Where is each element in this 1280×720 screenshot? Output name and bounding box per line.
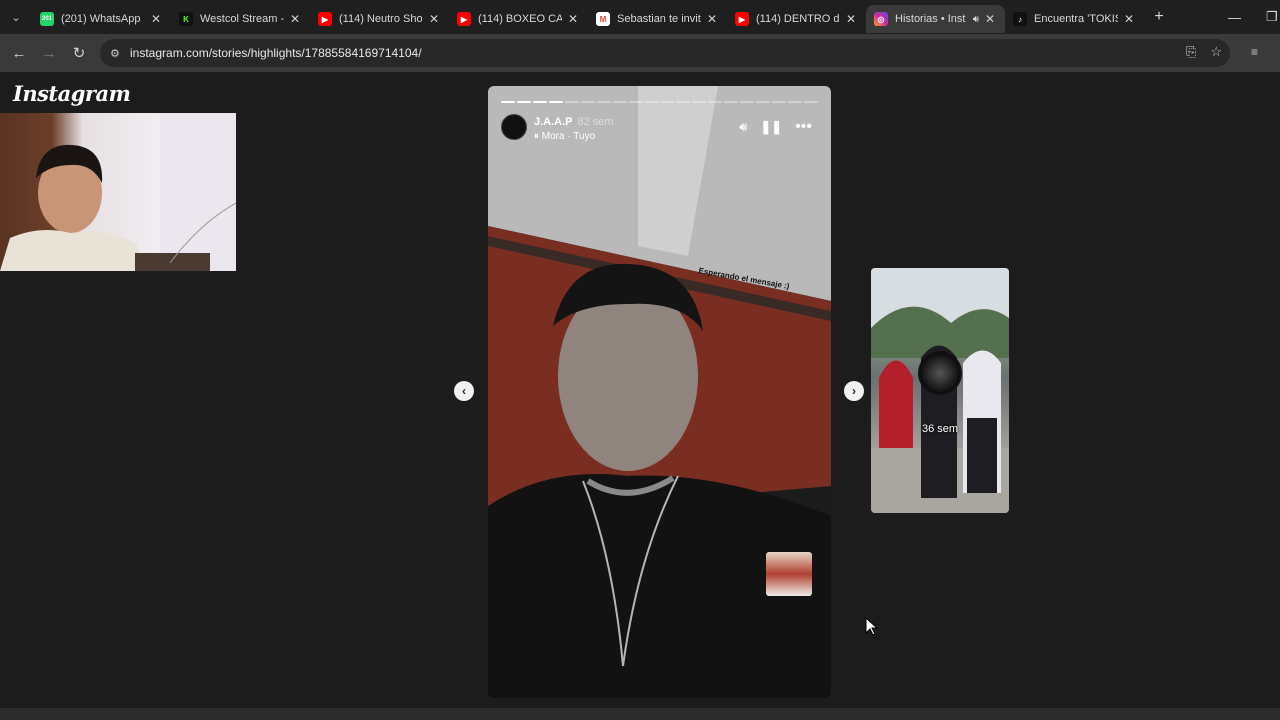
story-time: 82 sem [577,116,614,128]
progress-segment [756,101,771,103]
reload-icon[interactable]: ↻ [64,44,94,62]
progress-segment [676,101,691,103]
tab-search-chevron-icon[interactable]: ⌄ [0,0,32,34]
tiktok-icon: ♪ [1013,12,1027,26]
speaker-icon[interactable]: 🔊︎ [973,14,979,25]
story-header: J.A.A.P 82 sem ⏸︎ Mora · Tuyo 🔊︎ ❚❚ ••• [501,114,818,144]
youtube-icon: ▶ [457,12,471,26]
instagram-logo[interactable]: Instagram [13,81,131,106]
progress-segment [548,101,563,103]
tab-westcol-stream[interactable]: K Westcol Stream - ✕ [171,5,310,33]
progress-segment [788,101,803,103]
tab-strip: ⌄ 201 (201) WhatsApp ✕ K Westcol Stream … [0,0,1280,34]
progress-segment [612,101,627,103]
bookmark-star-icon[interactable]: ☆ [1210,44,1222,60]
progress-segment [596,101,611,103]
progress-segment [740,101,755,103]
story-viewer[interactable]: Esperando el mensaje :) J.A.A.P 82 sem ⏸︎… [488,86,831,698]
tab-title: (201) WhatsApp [61,13,141,25]
tab-title: (114) Neutro Shor [339,13,423,25]
tab-gmail-invite[interactable]: M Sebastian te invitó ✕ [588,5,727,33]
story-progress-bar [501,101,819,103]
close-tab-icon[interactable]: ✕ [983,12,997,26]
tab-title: Historias • Inst [895,13,966,25]
new-tab-button[interactable]: + [1144,8,1174,26]
kick-icon: K [179,12,193,26]
tab-title: Sebastian te invitó [617,13,701,25]
tab-whatsapp[interactable]: 201 (201) WhatsApp ✕ [32,5,171,33]
next-story-avatar [918,351,962,395]
close-tab-icon[interactable]: ✕ [149,12,163,26]
youtube-icon: ▶ [318,12,332,26]
story-song[interactable]: ⏸︎ Mora · Tuyo [534,131,595,142]
mouse-cursor [865,617,879,636]
next-story-preview[interactable]: 36 sem [871,268,1009,513]
tab-title: Encuentra 'TOKISC [1034,13,1118,25]
progress-segment [516,101,531,103]
instagram-story-page: Instagram ‹ Esperando el mensaje :) J.A.… [0,72,1280,708]
tab-dentro-de[interactable]: ▶ (114) DENTRO de ✕ [727,5,866,33]
youtube-icon: ▶ [735,12,749,26]
volume-icon[interactable]: 🔊︎ [739,119,747,135]
install-app-icon[interactable]: ⎘ [1186,44,1196,60]
progress-segment [772,101,787,103]
progress-segment [708,101,723,103]
previous-story-button[interactable]: ‹ [454,381,474,401]
tab-neutro-shor[interactable]: ▶ (114) Neutro Shor ✕ [310,5,449,33]
story-photo [488,86,831,698]
progress-segment [580,101,595,103]
progress-segment [692,101,707,103]
close-tab-icon[interactable]: ✕ [427,12,441,26]
tab-instagram-historias[interactable]: ◎ Historias • Inst 🔊︎ ✕ [866,5,1005,33]
url-text[interactable]: instagram.com/stories/highlights/1788558… [130,46,422,60]
close-tab-icon[interactable]: ✕ [566,12,580,26]
whatsapp-icon: 201 [40,12,54,26]
site-info-icon[interactable]: ⚙ [110,47,130,60]
progress-segment [660,101,675,103]
user-avatar[interactable] [501,114,527,140]
story-username[interactable]: J.A.A.P 82 sem [534,116,614,128]
tab-title: Westcol Stream - [200,13,284,25]
gmail-icon: M [596,12,610,26]
restore-icon[interactable]: ❐ [1266,0,1278,34]
back-icon[interactable]: ← [4,45,34,62]
pause-icon[interactable]: ❚❚ [760,119,782,135]
story-sticker[interactable] [766,552,812,596]
webcam-overlay [0,113,236,271]
taskbar [0,708,1280,720]
progress-segment [564,101,579,103]
forward-icon[interactable]: → [34,45,64,62]
instagram-icon: ◎ [874,12,888,26]
progress-segment [532,101,547,103]
progress-segment [804,101,819,103]
close-tab-icon[interactable]: ✕ [288,12,302,26]
media-control-icon[interactable]: ≡ [1251,45,1258,59]
minimize-icon[interactable]: — [1228,0,1241,34]
next-story-button[interactable]: › [844,381,864,401]
close-tab-icon[interactable]: ✕ [844,12,858,26]
address-bar[interactable]: ⚙ instagram.com/stories/highlights/17885… [100,39,1230,67]
close-tab-icon[interactable]: ✕ [1122,12,1136,26]
progress-segment [501,101,515,103]
tab-boxeo-cali[interactable]: ▶ (114) BOXEO CALI ✕ [449,5,588,33]
tab-title: (114) BOXEO CALI [478,13,562,25]
webcam-person-image [0,113,236,271]
browser-toolbar: ← → ↻ ⚙ instagram.com/stories/highlights… [0,34,1280,72]
tab-tiktok[interactable]: ♪ Encuentra 'TOKISC ✕ [1005,5,1144,33]
music-icon: ⏸︎ [534,131,539,142]
close-tab-icon[interactable]: ✕ [705,12,719,26]
progress-segment [724,101,739,103]
tab-title: (114) DENTRO de [756,13,840,25]
more-options-icon[interactable]: ••• [795,118,812,136]
progress-segment [644,101,659,103]
next-story-time: 36 sem [921,423,959,435]
progress-segment [628,101,643,103]
